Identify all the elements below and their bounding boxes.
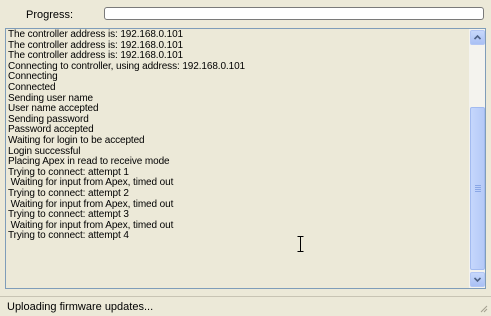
progress-row: Progress: (0, 0, 491, 28)
log-lines: The controller address is: 192.168.0.101… (8, 29, 468, 242)
scroll-grip-icon (475, 185, 481, 192)
log-line: Waiting for login to be accepted (8, 134, 145, 146)
arrow-down-icon (474, 277, 481, 283)
log-line: The controller address is: 192.168.0.101 (8, 29, 183, 40)
log-line: Connected (8, 81, 56, 93)
log-line: Connecting to controller, using address:… (8, 60, 245, 72)
log-line: Connecting (8, 71, 58, 83)
scroll-up-button[interactable] (470, 30, 485, 45)
log-line: Trying to connect: attempt 4 (8, 230, 129, 242)
progress-label: Progress: (26, 9, 74, 21)
arrow-up-icon (474, 34, 481, 40)
text-cursor-icon (297, 236, 304, 252)
log-output[interactable]: The controller address is: 192.168.0.101… (5, 28, 486, 289)
progress-bar (104, 7, 484, 20)
scroll-thumb[interactable] (470, 107, 485, 270)
status-text: Uploading firmware updates... (7, 301, 154, 313)
scroll-down-button[interactable] (470, 272, 485, 287)
size-grip-icon[interactable] (478, 303, 488, 313)
log-line: Trying to connect: attempt 2 (8, 187, 129, 199)
status-bar: Uploading firmware updates... (0, 296, 491, 316)
vertical-scrollbar[interactable] (468, 29, 485, 288)
